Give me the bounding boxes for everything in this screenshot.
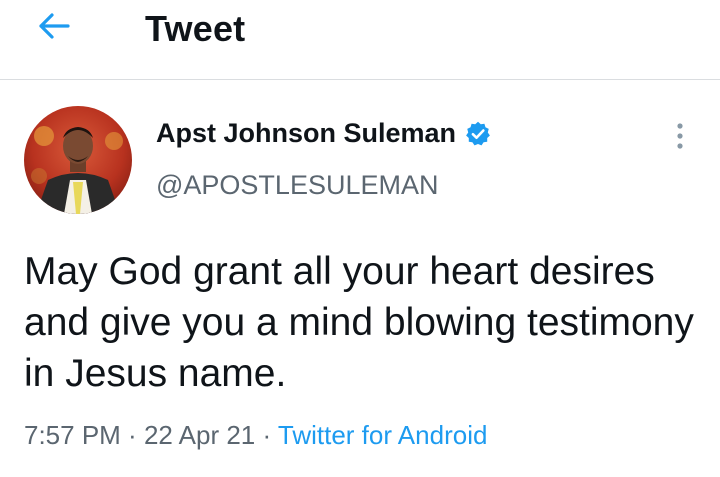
meta-separator: · — [255, 420, 278, 450]
author-handle[interactable]: @APOSTLESULEMAN — [156, 170, 439, 201]
tweet-date[interactable]: 22 Apr 21 — [144, 420, 255, 450]
author-name[interactable]: Apst Johnson Suleman — [156, 118, 492, 149]
back-button[interactable] — [32, 10, 76, 46]
verified-badge-icon — [464, 120, 492, 148]
author-display-name: Apst Johnson Suleman — [156, 118, 457, 148]
page-title: Tweet — [145, 8, 246, 49]
top-app-bar: Tweet — [0, 0, 720, 80]
tweet-text: May God grant all your heart desires and… — [24, 250, 694, 395]
tweet-time[interactable]: 7:57 PM — [24, 420, 121, 450]
author-avatar[interactable] — [24, 106, 132, 214]
meta-separator: · — [120, 420, 144, 450]
tweet-meta: 7:57 PM · 22 Apr 21 · Twitter for Androi… — [24, 420, 487, 451]
more-options-button[interactable] — [665, 120, 695, 156]
tweet-source-link[interactable]: Twitter for Android — [278, 420, 488, 450]
more-vertical-icon — [675, 121, 685, 156]
arrow-left-icon — [36, 11, 72, 46]
